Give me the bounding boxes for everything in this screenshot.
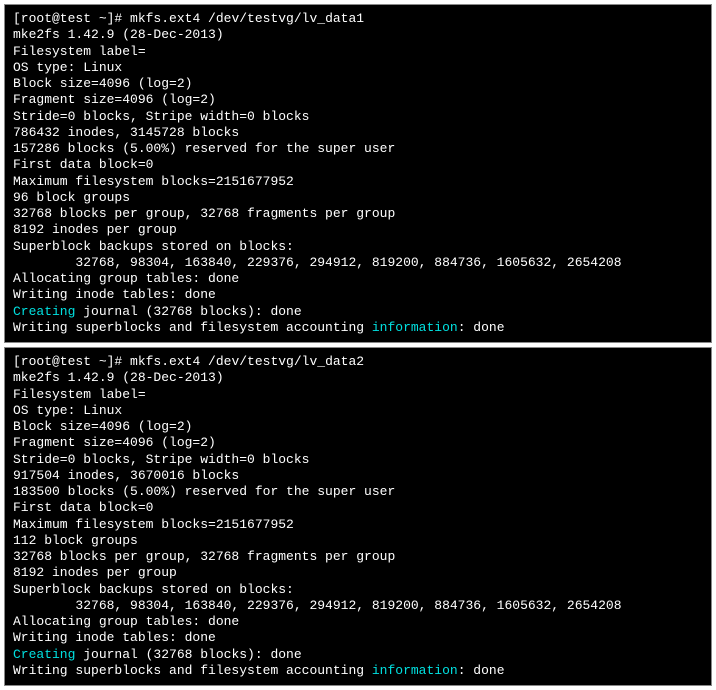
output-line: Stride=0 blocks, Stripe width=0 blocks	[13, 452, 703, 468]
output-line: Creating journal (32768 blocks): done	[13, 647, 703, 663]
shell-prompt: [root@test ~]#	[13, 354, 130, 369]
information-keyword: information	[372, 663, 458, 678]
output-line: 8192 inodes per group	[13, 565, 703, 581]
output-line: Writing superblocks and filesystem accou…	[13, 663, 703, 679]
writing-text: Writing superblocks and filesystem accou…	[13, 663, 372, 678]
output-line: 786432 inodes, 3145728 blocks	[13, 125, 703, 141]
output-line: 96 block groups	[13, 190, 703, 206]
terminal-output-1[interactable]: [root@test ~]# mkfs.ext4 /dev/testvg/lv_…	[4, 4, 712, 343]
writing-text: Writing superblocks and filesystem accou…	[13, 320, 372, 335]
output-line: Allocating group tables: done	[13, 614, 703, 630]
output-line: Creating journal (32768 blocks): done	[13, 304, 703, 320]
information-keyword: information	[372, 320, 458, 335]
creating-keyword: Creating	[13, 304, 75, 319]
output-line: 112 block groups	[13, 533, 703, 549]
output-line: mke2fs 1.42.9 (28-Dec-2013)	[13, 27, 703, 43]
prompt-line: [root@test ~]# mkfs.ext4 /dev/testvg/lv_…	[13, 354, 703, 370]
output-line: 32768, 98304, 163840, 229376, 294912, 81…	[13, 598, 703, 614]
output-line: 183500 blocks (5.00%) reserved for the s…	[13, 484, 703, 500]
output-line: 32768, 98304, 163840, 229376, 294912, 81…	[13, 255, 703, 271]
done-text: : done	[458, 320, 505, 335]
output-line: 917504 inodes, 3670016 blocks	[13, 468, 703, 484]
shell-prompt: [root@test ~]#	[13, 11, 130, 26]
output-line: Fragment size=4096 (log=2)	[13, 92, 703, 108]
done-text: : done	[458, 663, 505, 678]
output-line: First data block=0	[13, 157, 703, 173]
output-line: Superblock backups stored on blocks:	[13, 239, 703, 255]
journal-text: journal (32768 blocks): done	[75, 647, 301, 662]
output-line: Maximum filesystem blocks=2151677952	[13, 517, 703, 533]
creating-keyword: Creating	[13, 647, 75, 662]
output-line: Writing inode tables: done	[13, 630, 703, 646]
output-line: 8192 inodes per group	[13, 222, 703, 238]
output-line: OS type: Linux	[13, 60, 703, 76]
journal-text: journal (32768 blocks): done	[75, 304, 301, 319]
output-line: First data block=0	[13, 500, 703, 516]
output-line: Writing superblocks and filesystem accou…	[13, 320, 703, 336]
output-line: 157286 blocks (5.00%) reserved for the s…	[13, 141, 703, 157]
prompt-line: [root@test ~]# mkfs.ext4 /dev/testvg/lv_…	[13, 11, 703, 27]
output-line: mke2fs 1.42.9 (28-Dec-2013)	[13, 370, 703, 386]
output-line: Superblock backups stored on blocks:	[13, 582, 703, 598]
output-line: OS type: Linux	[13, 403, 703, 419]
output-line: Block size=4096 (log=2)	[13, 76, 703, 92]
output-line: Filesystem label=	[13, 387, 703, 403]
output-line: 32768 blocks per group, 32768 fragments …	[13, 206, 703, 222]
output-line: Fragment size=4096 (log=2)	[13, 435, 703, 451]
output-line: Filesystem label=	[13, 44, 703, 60]
output-line: 32768 blocks per group, 32768 fragments …	[13, 549, 703, 565]
output-line: Allocating group tables: done	[13, 271, 703, 287]
command-text: mkfs.ext4 /dev/testvg/lv_data2	[130, 354, 364, 369]
output-line: Stride=0 blocks, Stripe width=0 blocks	[13, 109, 703, 125]
output-line: Maximum filesystem blocks=2151677952	[13, 174, 703, 190]
output-line: Writing inode tables: done	[13, 287, 703, 303]
output-line: Block size=4096 (log=2)	[13, 419, 703, 435]
command-text: mkfs.ext4 /dev/testvg/lv_data1	[130, 11, 364, 26]
terminal-output-2[interactable]: [root@test ~]# mkfs.ext4 /dev/testvg/lv_…	[4, 347, 712, 686]
